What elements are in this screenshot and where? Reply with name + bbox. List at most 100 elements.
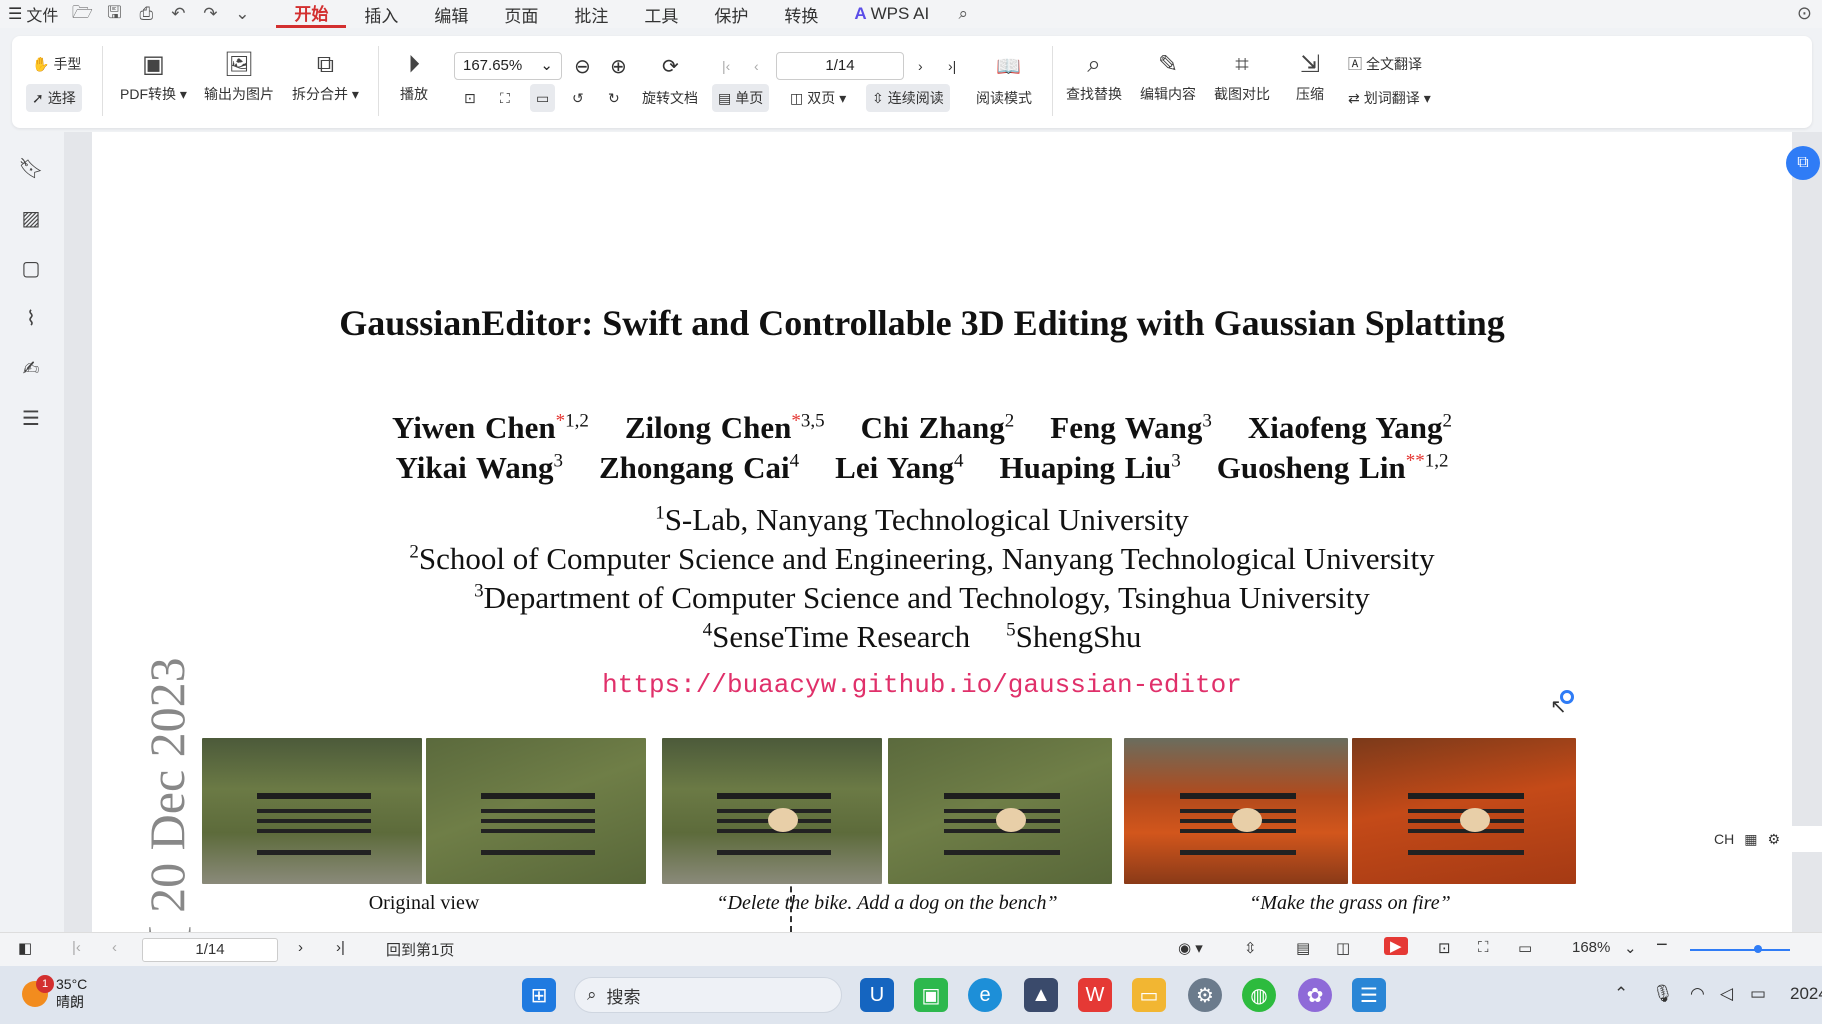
tab-protect[interactable]: 保护 (696, 0, 766, 28)
next-page-icon[interactable]: › (298, 939, 303, 956)
double-page-button[interactable]: ◫ 双页 ▾ (784, 84, 852, 112)
back-to-first-page-link[interactable]: 回到第1页 (386, 939, 454, 960)
zoom-out-icon[interactable]: − (1656, 934, 1668, 957)
floating-assistant-icon[interactable]: ⧉ (1786, 146, 1820, 180)
zoom-select[interactable]: 167.65% ⌄ (454, 52, 562, 80)
more-options-icon[interactable]: ⊙ (1797, 3, 1812, 24)
single-page-button[interactable]: ▤ 单页 (712, 84, 770, 112)
prev-page-icon[interactable]: ‹ (748, 52, 765, 80)
settings-gear-icon[interactable]: ⚙ (1188, 978, 1222, 1012)
weather-widget[interactable]: 1 35°C 晴朗 (22, 975, 87, 1012)
rotate-left-icon[interactable]: ↺ (566, 84, 590, 112)
select-tool-button[interactable]: ➚ 选择 (26, 84, 82, 112)
rotate-doc-icon[interactable]: ⟳ (656, 52, 685, 80)
full-translate-button[interactable]: 🄰 全文翻译 (1342, 50, 1428, 78)
fit-page-status-icon[interactable]: ⛶ (1478, 939, 1489, 956)
fit-width-icon[interactable]: ▭ (530, 84, 556, 112)
edit-content-button[interactable]: ✎ 编辑内容 (1140, 48, 1196, 104)
redo-icon[interactable]: ↷ (194, 4, 226, 24)
taskbar-search[interactable]: ⌕ 搜索 (574, 977, 842, 1013)
split-merge-button[interactable]: ⧉ 拆分合并 ▾ (292, 48, 359, 104)
file-menu[interactable]: ☰ 文件 (0, 0, 66, 28)
first-page-icon[interactable]: |‹ (716, 52, 736, 80)
single-view-icon[interactable]: ▤ (1296, 939, 1310, 957)
last-page-icon[interactable]: ›| (942, 52, 962, 80)
tab-start[interactable]: 开始 (276, 0, 347, 28)
tray-expand-icon[interactable]: ⌃ (1614, 984, 1628, 1004)
next-page-icon[interactable]: › (912, 52, 929, 80)
app-icon-cat[interactable]: ▲ (1024, 978, 1058, 1012)
undo-icon[interactable]: ↶ (162, 4, 194, 24)
wechat-icon[interactable]: ◍ (1242, 978, 1276, 1012)
microphone-icon[interactable]: 🎙︎ (1652, 984, 1674, 1004)
last-page-icon[interactable]: ›| (336, 939, 345, 956)
continuous-view-icon[interactable]: ⇳ (1244, 939, 1257, 957)
page-number-input[interactable]: 1/14 (776, 52, 904, 80)
chevron-down-icon[interactable]: ⌄ (226, 4, 258, 24)
tab-convert[interactable]: 转换 (766, 0, 836, 28)
tab-tools[interactable]: 工具 (626, 0, 696, 28)
app-icon-green[interactable]: ▣ (914, 978, 948, 1012)
app-icon-blue[interactable]: U (860, 978, 894, 1012)
author-name: Huaping Liu (999, 450, 1172, 485)
ime-toolbar[interactable]: CH ▦ ⚙ (1700, 826, 1822, 852)
hand-tool-button[interactable]: ✋ 手型 (26, 50, 87, 78)
save-icon[interactable]: 🖫 (98, 0, 130, 29)
prev-page-icon[interactable]: ‹ (112, 939, 117, 956)
open-icon[interactable]: 🗁 (66, 0, 98, 29)
find-replace-button[interactable]: ⌕ 查找替换 (1066, 48, 1122, 104)
export-image-button[interactable]: 🖼 输出为图片 (204, 48, 274, 104)
wps-ai-button[interactable]: A WPS AI (836, 0, 947, 28)
bookmark-icon[interactable]: 🔖︎ (18, 156, 44, 181)
pdf-convert-button[interactable]: ▣ PDF转换 ▾ (120, 48, 187, 104)
fit-width-status-icon[interactable]: ⊡ (1438, 939, 1451, 957)
layers-icon[interactable]: ☰ (18, 406, 44, 431)
rotate-doc-button[interactable]: 旋转文档 (636, 84, 704, 112)
play-button[interactable]: ⏵ 播放 (400, 48, 428, 104)
tab-page[interactable]: 页面 (486, 0, 556, 28)
play-red-icon[interactable]: ▶ (1384, 937, 1408, 955)
compress-button[interactable]: ⇲ 压缩 (1296, 48, 1324, 104)
project-url-link[interactable]: https://buaacyw.github.io/gaussian-edito… (92, 670, 1752, 700)
document-viewport[interactable]: GaussianEditor: Swift and Controllable 3… (64, 132, 1822, 932)
attachment-icon[interactable]: ⌇ (18, 306, 44, 331)
edge-browser-icon[interactable]: e (968, 978, 1002, 1012)
status-page-input[interactable]: 1/14 (142, 938, 278, 962)
thumbnail-icon[interactable]: ▨ (18, 206, 44, 231)
eye-protect-icon[interactable]: ◉ ▾ (1178, 939, 1203, 957)
chevron-down-icon[interactable]: ⌄ (1624, 939, 1637, 957)
zoom-level[interactable]: 168% (1572, 939, 1610, 956)
read-mode-icon[interactable]: 📖 (990, 52, 1027, 80)
screenshot-compare-button[interactable]: ⌗ 截图对比 (1214, 48, 1270, 104)
continuous-read-button[interactable]: ⇳ 连续阅读 (866, 84, 950, 112)
comment-icon[interactable]: ▢ (18, 256, 44, 281)
app-icon-colorful[interactable]: ✿ (1298, 978, 1332, 1012)
tab-insert[interactable]: 插入 (346, 0, 416, 28)
first-page-icon[interactable]: |‹ (72, 939, 81, 956)
wps-office-icon[interactable]: W (1078, 978, 1112, 1012)
actual-size-icon[interactable]: ⊡ (458, 84, 482, 112)
zoom-slider[interactable] (1690, 945, 1790, 953)
fit-page-icon[interactable]: ⛶ (494, 84, 516, 112)
zoom-in-icon[interactable]: ⊕ (604, 52, 633, 80)
sidebar-toggle-icon[interactable]: ◧ (18, 939, 32, 957)
signature-icon[interactable]: ✍ (18, 356, 44, 381)
volume-icon[interactable]: ◁ (1720, 984, 1733, 1004)
search-icon[interactable]: ⌕ (947, 4, 979, 24)
battery-icon[interactable]: ▭ (1750, 984, 1766, 1004)
read-mode-button[interactable]: 阅读模式 (970, 84, 1038, 112)
tab-edit[interactable]: 编辑 (416, 0, 486, 28)
windows-start-icon[interactable]: ⊞ (522, 978, 556, 1012)
zoom-out-icon[interactable]: ⊖ (568, 52, 597, 80)
actual-size-status-icon[interactable]: ▭ (1518, 939, 1532, 957)
print-icon[interactable]: ⎙ (130, 4, 162, 24)
rotate-right-icon[interactable]: ↻ (602, 84, 626, 112)
file-explorer-icon[interactable]: ▭ (1132, 978, 1166, 1012)
tab-annotate[interactable]: 批注 (556, 0, 626, 28)
ime-settings-icon[interactable]: ⚙ (1767, 831, 1780, 848)
ime-grid-icon[interactable]: ▦ (1744, 831, 1757, 848)
wifi-icon[interactable]: ◠ (1690, 984, 1705, 1004)
word-translate-button[interactable]: ⇄ 划词翻译 ▾ (1342, 84, 1437, 112)
notepad-icon[interactable]: ☰ (1352, 978, 1386, 1012)
double-view-icon[interactable]: ◫ (1336, 939, 1350, 957)
